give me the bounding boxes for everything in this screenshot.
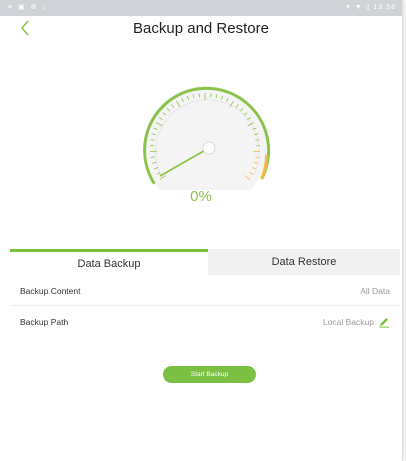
status-icons-left: ≡ ▣ ⊕ ↕ (8, 4, 48, 11)
backup-content-label: Backup Content (20, 285, 81, 296)
backup-content-row[interactable]: Backup Content All Data (10, 276, 400, 306)
gauge-graphic (143, 86, 271, 210)
app-window: ≡ ▣ ⊕ ↕ ✶ ▼ ▯ 13:58 Backup and Restore 0… (0, 0, 403, 461)
page-title: Backup and Restore (133, 20, 269, 37)
backup-path-value-group: Local Backup (323, 316, 390, 328)
gauge-hub (202, 141, 216, 155)
pencil-edit-icon[interactable] (378, 316, 390, 328)
status-icons-right: ✶ ▼ ▯ 13:58 (345, 4, 396, 11)
backup-content-value: All Data (360, 285, 390, 296)
tab-bar: Data Backup Data Restore (10, 249, 400, 275)
backup-path-row[interactable]: Backup Path Local Backup (10, 307, 400, 337)
tab-data-backup[interactable]: Data Backup (10, 249, 208, 275)
backup-path-label: Backup Path (20, 317, 69, 327)
tab-data-restore[interactable]: Data Restore (208, 249, 400, 275)
backup-path-value: Local Backup (322, 317, 374, 327)
start-backup-button[interactable]: Start Backup (163, 366, 256, 383)
progress-gauge (130, 80, 280, 210)
status-bar: ≡ ▣ ⊕ ↕ ✶ ▼ ▯ 13:58 (0, 0, 402, 16)
progress-percent: 0% (190, 188, 212, 205)
